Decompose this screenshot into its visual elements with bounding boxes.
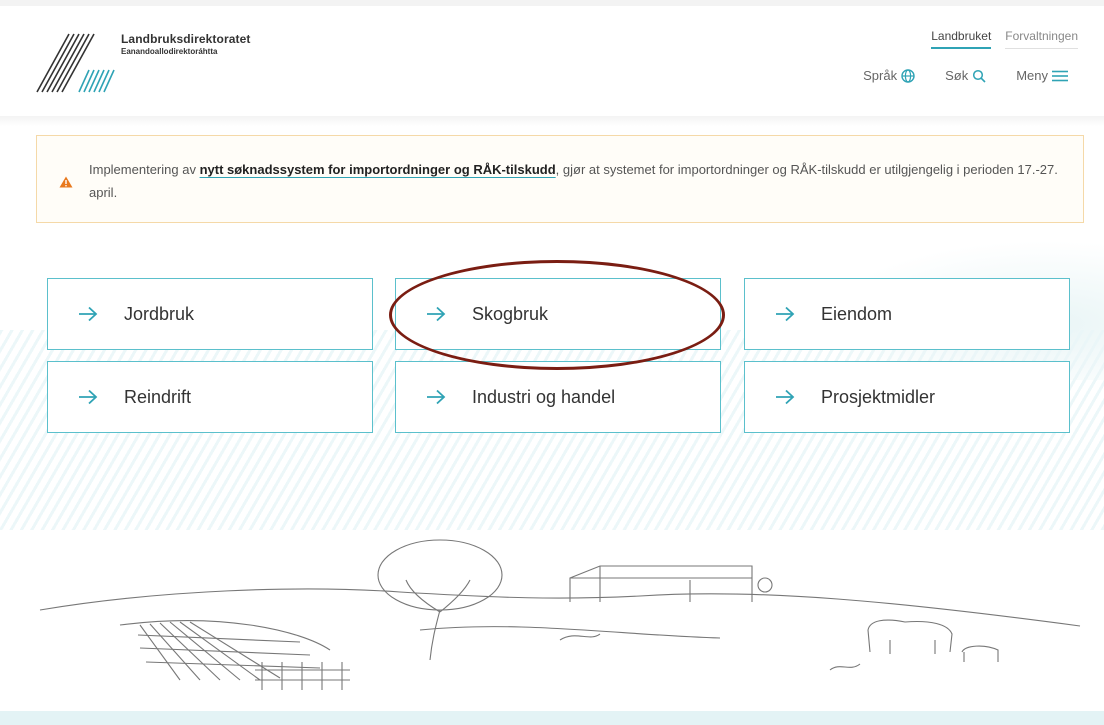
- category-card-industri-og-handel[interactable]: Industri og handel: [395, 361, 721, 433]
- category-card-jordbruk[interactable]: Jordbruk: [47, 278, 373, 350]
- tab-forvaltningen[interactable]: Forvaltningen: [1005, 29, 1078, 49]
- header-shadow: [0, 116, 1104, 126]
- search-label: Søk: [945, 68, 969, 83]
- utility-nav: Språk Søk Meny: [863, 68, 1068, 83]
- category-label: Industri og handel: [472, 386, 616, 407]
- alert-text-before: Implementering av: [89, 162, 200, 177]
- audience-tabs: Landbruket Forvaltningen: [931, 29, 1078, 49]
- alert-message: Implementering av nytt søknadssystem for…: [89, 158, 1069, 204]
- arrow-right-icon: [79, 306, 98, 322]
- logo-mark-icon: [36, 33, 115, 93]
- search-icon: [973, 69, 986, 83]
- warning-icon: [59, 176, 73, 188]
- category-label: Jordbruk: [124, 303, 195, 324]
- brand-name: Landbruksdirektoratet: [121, 32, 251, 46]
- logo[interactable]: Landbruksdirektoratet Eanandoallodirekto…: [35, 32, 250, 102]
- bottom-band: [0, 711, 1104, 725]
- category-card-eiendom[interactable]: Eiendom: [744, 278, 1070, 350]
- tab-landbruket[interactable]: Landbruket: [931, 29, 992, 49]
- category-label: Eiendom: [821, 303, 893, 324]
- category-label: Reindrift: [124, 386, 192, 407]
- site-header: Landbruksdirektoratet Eanandoallodirekto…: [0, 6, 1104, 116]
- landscape-illustration: [39, 539, 1081, 690]
- globe-icon: [901, 68, 915, 83]
- category-label: Skogbruk: [472, 303, 549, 324]
- arrow-right-icon: [776, 389, 795, 405]
- category-grid: Jordbruk Skogbruk Eiendom Reindrift Indu…: [47, 278, 1070, 434]
- alert-link[interactable]: nytt søknadssystem for importordninger o…: [200, 162, 556, 177]
- language-label: Språk: [863, 68, 898, 83]
- arrow-right-icon: [427, 389, 446, 405]
- service-alert: Implementering av nytt søknadssystem for…: [36, 135, 1084, 223]
- arrow-right-icon: [427, 306, 446, 322]
- language-button[interactable]: Språk: [863, 68, 915, 83]
- arrow-right-icon: [776, 306, 795, 322]
- category-label: Prosjektmidler: [821, 386, 936, 407]
- category-card-prosjektmidler[interactable]: Prosjektmidler: [744, 361, 1070, 433]
- hamburger-icon: [1052, 70, 1068, 81]
- menu-button[interactable]: Meny: [1016, 68, 1068, 83]
- menu-label: Meny: [1016, 68, 1048, 83]
- category-card-reindrift[interactable]: Reindrift: [47, 361, 373, 433]
- brand-subname: Eanandoallodirektoráhtta: [121, 47, 218, 56]
- arrow-right-icon: [79, 389, 98, 405]
- category-card-skogbruk[interactable]: Skogbruk: [395, 278, 721, 350]
- search-button[interactable]: Søk: [945, 68, 986, 83]
